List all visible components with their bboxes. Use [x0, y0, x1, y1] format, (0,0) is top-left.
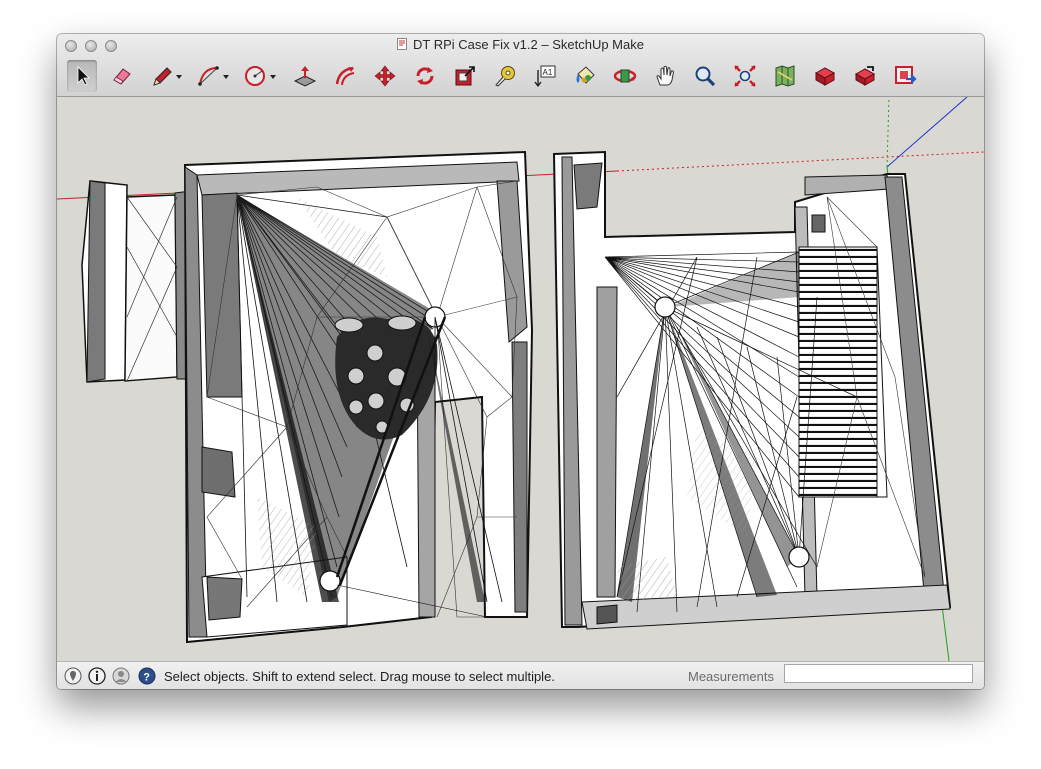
credits-icon[interactable]	[88, 667, 106, 685]
push-pull-tool-button[interactable]	[290, 60, 320, 92]
svg-text:?: ?	[143, 672, 150, 684]
orbit-icon	[613, 69, 637, 83]
measurements-label: Measurements	[688, 669, 774, 684]
title-bar: DT RPi Case Fix v1.2 – SketchUp Make A1	[57, 34, 984, 97]
magnifier-icon	[695, 66, 716, 87]
push-pull-icon	[293, 66, 317, 87]
pencil-tool-button[interactable]	[147, 60, 185, 92]
zoom-extents-icon	[734, 65, 756, 87]
shapes-tool-button[interactable]	[241, 60, 279, 92]
move-arrows-icon	[374, 65, 396, 87]
arc-icon	[198, 66, 229, 86]
add-location-tool-button[interactable]	[770, 60, 800, 92]
circle-icon	[245, 66, 276, 86]
paint-bucket-tool-button[interactable]	[570, 60, 600, 92]
red-axis-dotted	[616, 151, 984, 172]
mounting-post	[788, 546, 810, 568]
geo-location-icon[interactable]	[64, 667, 82, 685]
3d-warehouse-tool-button[interactable]	[810, 60, 840, 92]
vent-slots	[798, 246, 878, 498]
status-bar: ? Select objects. Shift to extend select…	[57, 661, 984, 689]
left-flap-panel[interactable]	[81, 180, 193, 383]
text-tool-button[interactable]: A1	[530, 60, 560, 92]
scale-icon	[455, 66, 475, 86]
hand-icon	[656, 65, 675, 86]
right-case-half[interactable]	[552, 150, 952, 630]
user-account-icon[interactable]	[112, 667, 130, 685]
chevron-down-icon	[223, 75, 229, 79]
move-tool-button[interactable]	[370, 60, 400, 92]
rotate-icon	[416, 67, 434, 85]
modeling-viewport[interactable]	[57, 97, 984, 661]
chevron-down-icon	[176, 75, 182, 79]
share-model-icon	[854, 66, 876, 86]
blue-axis-line	[886, 97, 968, 168]
mounting-post	[654, 296, 676, 318]
extension-warehouse-tool-button[interactable]	[890, 60, 920, 92]
zoom-extents-tool-button[interactable]	[730, 60, 760, 92]
window-title: DT RPi Case Fix v1.2 – SketchUp Make	[413, 37, 644, 52]
map-icon	[775, 65, 795, 87]
scale-tool-button[interactable]	[450, 60, 480, 92]
status-message: Select objects. Shift to extend select. …	[164, 669, 555, 684]
offset-tool-button[interactable]	[330, 60, 360, 92]
arrow-cursor-icon	[77, 66, 90, 86]
document-icon	[397, 38, 408, 50]
svg-text:A1: A1	[543, 68, 553, 77]
chevron-down-icon	[270, 75, 276, 79]
measurements-input[interactable]	[784, 664, 973, 683]
eraser-icon	[113, 68, 131, 85]
tape-measure-tool-button[interactable]	[490, 60, 520, 92]
pencil-icon	[153, 67, 182, 86]
help-icon[interactable]: ?	[138, 667, 156, 685]
eraser-tool-button[interactable]	[107, 60, 137, 92]
pan-tool-button[interactable]	[650, 60, 680, 92]
extension-warehouse-icon	[895, 66, 917, 84]
select-tool-button[interactable]	[67, 60, 97, 92]
model-canvas[interactable]	[57, 97, 984, 661]
tape-measure-icon	[495, 66, 515, 87]
offset-icon	[335, 66, 355, 86]
warehouse-icon	[814, 67, 836, 86]
zoom-tool-button[interactable]	[690, 60, 720, 92]
left-case-half[interactable]	[183, 150, 534, 644]
rotate-tool-button[interactable]	[410, 60, 440, 92]
orbit-tool-button[interactable]	[610, 60, 640, 92]
text-label-icon: A1	[534, 65, 556, 88]
share-model-tool-button[interactable]	[850, 60, 880, 92]
sketchup-window: DT RPi Case Fix v1.2 – SketchUp Make A1 …	[57, 34, 984, 689]
arc-tool-button[interactable]	[194, 60, 232, 92]
paint-bucket-icon	[576, 66, 595, 84]
